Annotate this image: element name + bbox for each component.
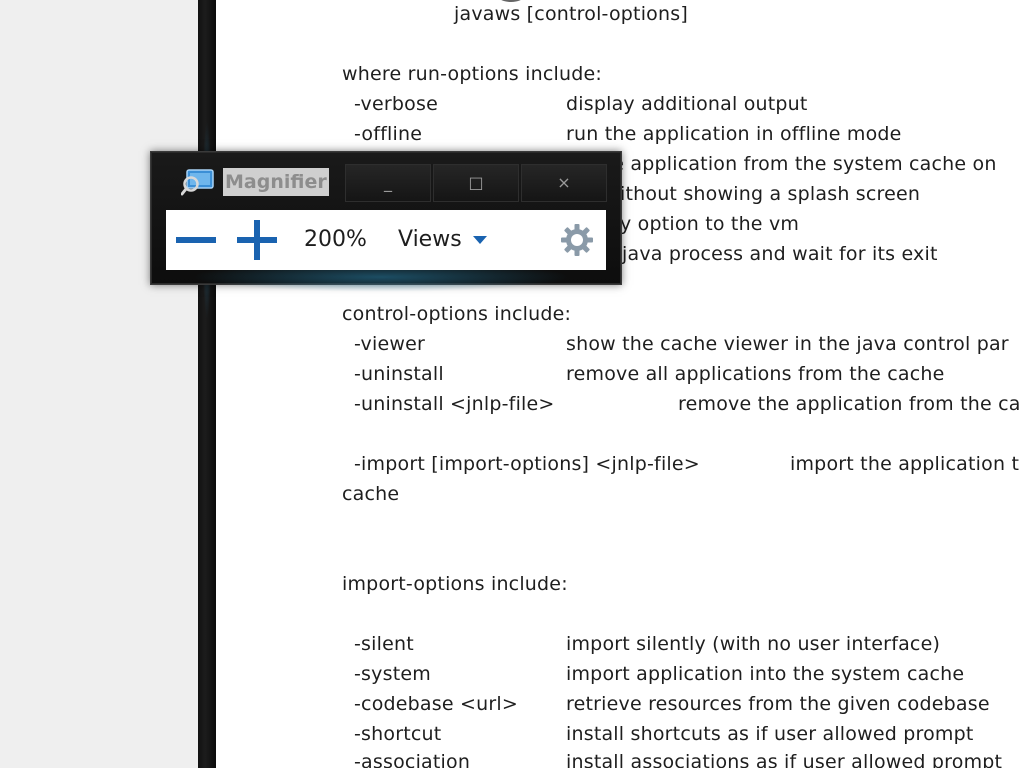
doc-heading-control-options: control-options include: [342,303,572,325]
magnifier-app-icon [181,169,214,196]
doc-option-name: -uninstall [354,363,444,385]
gear-icon[interactable] [560,223,594,257]
doc-option-desc: y option to the vm [620,213,800,235]
plus-icon[interactable] [234,218,280,262]
close-button[interactable]: × [521,164,607,202]
doc-option-desc: show the cache viewer in the java contro… [566,333,1009,355]
doc-option-name: -codebase <url> [354,693,518,715]
doc-option-desc: ithout showing a splash screen [620,183,921,205]
doc-option-name: -offline [354,123,423,145]
doc-option-desc: java process and wait for its exit [622,243,938,265]
magnifier-toolbar: 200% Views [166,210,606,270]
triangle-down-icon[interactable] [472,234,488,246]
doc-option-desc: remove all applications from the cache [566,363,945,385]
desktop-background [0,0,198,768]
doc-option-name: -viewer [354,333,425,355]
doc-option-desc: import silently (with no user interface) [566,633,941,655]
doc-option-name: -import [import-options] <jnlp-file> [354,453,700,475]
doc-heading-import-options: import-options include: [342,573,568,595]
doc-option-name: -uninstall <jnlp-file> [354,393,555,415]
doc-option-name: -association [354,751,471,768]
doc-heading-run-options: where run-options include: [342,63,602,85]
doc-line: javaws [control-options] [454,3,688,25]
document-page: javaws [control-options] where run-optio… [216,0,1024,768]
zoom-level-button[interactable]: 200% [304,226,367,254]
doc-option-desc: import application into the system cache [566,663,965,685]
views-dropdown-label[interactable]: Views [398,226,462,254]
minimize-button[interactable]: _ [345,164,431,202]
doc-option-desc: import the application t [790,453,1020,475]
doc-option-name: -system [354,663,431,685]
doc-option-name: -verbose [354,93,438,115]
magnifier-window[interactable]: Magnifier _ □ × 200% Views [150,151,622,292]
doc-option-desc: display additional output [566,93,808,115]
doc-option-desc: run the application in offline mode [566,123,902,145]
window-title: Magnifier [223,168,329,196]
doc-option-name: -silent [354,633,414,655]
doc-option-desc: install shortcuts as if user allowed pro… [566,723,974,745]
document-artifact [498,0,524,2]
doc-option-name: -shortcut [354,723,442,745]
maximize-button[interactable]: □ [433,164,519,202]
doc-option-desc: retrieve resources from the given codeba… [566,693,990,715]
doc-option-desc: remove the application from the ca [678,393,1021,415]
minus-icon[interactable] [174,222,218,258]
window-frame [198,0,216,768]
doc-option-desc: install associations as if user allowed … [566,751,1003,768]
doc-option-desc: he application from the system cache on [600,153,997,175]
magnifier-titlebar[interactable]: Magnifier _ □ × [151,152,621,210]
doc-option-desc: cache [342,483,400,505]
